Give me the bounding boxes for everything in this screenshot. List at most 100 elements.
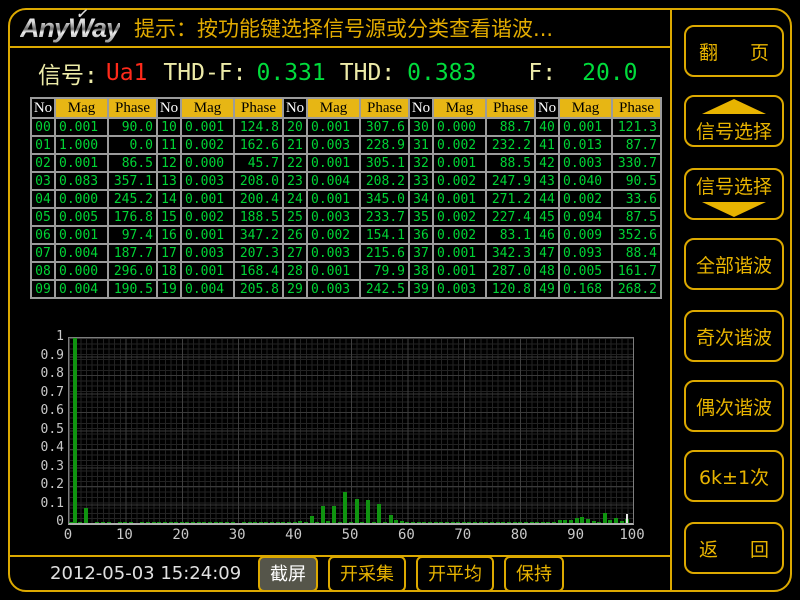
harmonic-bar [152, 522, 156, 523]
top-status-bar: AnyWay✓ 提示：按功能键选择信号源或分类查看谐波... [10, 10, 670, 48]
harmonic-bar [586, 519, 590, 523]
no-cell: 01 [31, 136, 55, 154]
col-header-mag: Mag [307, 98, 360, 118]
phase-cell: 200.4 [234, 190, 283, 208]
phase-cell: 207.3 [234, 244, 283, 262]
harmonic-bar [434, 522, 438, 523]
phase-cell: 228.9 [360, 136, 409, 154]
harmonic-bar [157, 522, 161, 523]
harmonic-bar [101, 522, 105, 523]
hint-text: 提示：按功能键选择信号源或分类查看谐波... [134, 13, 553, 43]
phase-cell: 90.0 [108, 118, 157, 136]
no-cell: 03 [31, 172, 55, 190]
no-cell: 47 [535, 244, 559, 262]
harmonic-bar [383, 522, 387, 523]
mag-cell: 0.003 [307, 208, 360, 226]
harmonic-bar [343, 492, 347, 523]
start-acquire-button[interactable]: 开采集 [328, 556, 406, 592]
6k-plus-minus-1-button[interactable]: 6k±1次 [684, 450, 784, 502]
start-average-button[interactable]: 开平均 [416, 556, 494, 592]
all-harmonics-button[interactable]: 全部谐波 [684, 238, 784, 290]
phase-cell: 161.7 [612, 262, 661, 280]
harmonic-bar [321, 506, 325, 523]
x-tick-label: 80 [511, 527, 528, 543]
button-label: 返回 [686, 535, 782, 562]
no-cell: 42 [535, 154, 559, 172]
harmonic-bar [264, 522, 268, 523]
page-turn-button[interactable]: 翻页 [684, 25, 784, 77]
mag-cell: 0.002 [181, 136, 234, 154]
signal-select-up-button[interactable]: 信号选择 [684, 95, 784, 147]
harmonic-bar [326, 521, 330, 523]
harmonic-bar [231, 522, 235, 523]
harmonic-bar [614, 518, 618, 523]
harmonic-bar [123, 522, 127, 523]
button-label: 信号选择 [696, 172, 772, 199]
phase-cell: 162.6 [234, 136, 283, 154]
x-tick-label: 40 [285, 527, 302, 543]
harmonic-bar [552, 522, 556, 523]
hold-button[interactable]: 保持 [504, 556, 564, 592]
no-cell: 17 [157, 244, 181, 262]
table-row: 060.00197.4160.001347.2260.002154.1360.0… [31, 226, 661, 244]
harmonic-bar [518, 522, 522, 523]
no-cell: 31 [409, 136, 433, 154]
harmonic-bar [338, 522, 342, 523]
return-button[interactable]: 返回 [684, 522, 784, 574]
harmonic-bar [507, 522, 511, 523]
x-tick-label: 10 [116, 527, 133, 543]
phase-cell: 45.7 [234, 154, 283, 172]
harmonic-bar [473, 522, 477, 523]
timestamp: 2012-05-03 15:24:09 [50, 563, 258, 584]
no-cell: 44 [535, 190, 559, 208]
button-label: 信号选择 [696, 117, 772, 144]
harmonic-bar [298, 521, 302, 523]
thd-value: 0.383 [407, 60, 476, 86]
mag-cell: 0.003 [307, 136, 360, 154]
mag-cell: 0.093 [559, 244, 612, 262]
harmonic-bar [524, 522, 528, 523]
phase-cell: 86.5 [108, 154, 157, 172]
mag-cell: 0.003 [433, 280, 486, 298]
col-header-no: No [535, 98, 559, 118]
signal-select-down-button[interactable]: 信号选择 [684, 168, 784, 220]
harmonic-bar [242, 522, 246, 523]
odd-harmonics-button[interactable]: 奇次谐波 [684, 310, 784, 362]
no-cell: 00 [31, 118, 55, 136]
phase-cell: 0.0 [108, 136, 157, 154]
mag-cell: 0.083 [55, 172, 108, 190]
harmonic-bar [78, 522, 82, 523]
even-harmonics-button[interactable]: 偶次谐波 [684, 380, 784, 432]
no-cell: 49 [535, 280, 559, 298]
no-cell: 38 [409, 262, 433, 280]
mag-cell: 0.001 [559, 118, 612, 136]
harmonic-bar [620, 521, 624, 523]
harmonic-bar [405, 522, 409, 523]
harmonic-bar [281, 522, 285, 523]
phase-cell: 33.6 [612, 190, 661, 208]
no-cell: 15 [157, 208, 181, 226]
table-row: 070.004187.7170.003207.3270.003215.6370.… [31, 244, 661, 262]
harmonic-bar [95, 522, 99, 523]
screenshot-button[interactable]: 截屏 [258, 556, 318, 592]
y-tick-label: 0.3 [41, 459, 64, 474]
no-cell: 30 [409, 118, 433, 136]
x-tick-label: 50 [342, 527, 359, 543]
mag-cell: 0.005 [55, 208, 108, 226]
harmonic-bar [349, 522, 353, 523]
harmonic-bar [107, 522, 111, 523]
phase-cell: 124.8 [234, 118, 283, 136]
harmonic-bar [360, 522, 364, 523]
bottom-bar: 2012-05-03 15:24:09 截屏开采集开平均保持 [10, 555, 670, 590]
x-tick-label: 100 [619, 527, 644, 543]
y-tick-label: 0.8 [41, 366, 64, 381]
x-tick-label: 90 [567, 527, 584, 543]
harmonic-bar [563, 520, 567, 524]
no-cell: 08 [31, 262, 55, 280]
mag-cell: 0.003 [307, 244, 360, 262]
anyway-logo: AnyWay✓ [20, 13, 120, 44]
mag-cell: 0.005 [559, 262, 612, 280]
phase-cell: 97.4 [108, 226, 157, 244]
harmonic-bar [163, 522, 167, 523]
mag-cell: 0.001 [307, 190, 360, 208]
